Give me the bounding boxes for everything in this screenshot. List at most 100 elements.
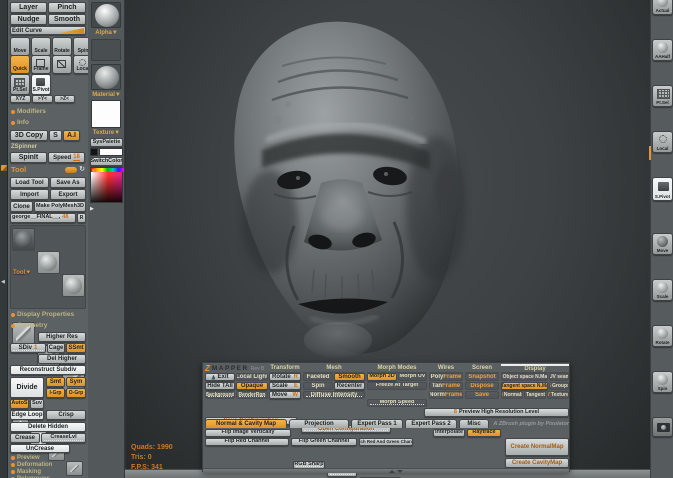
modifiers-section-header[interactable]: Modifiers: [11, 109, 46, 116]
ssmt-button[interactable]: SSmt: [66, 343, 86, 353]
move-tile-button[interactable]: Move: [10, 37, 30, 56]
resize-up-icon[interactable]: [389, 470, 395, 473]
display-tangent-nmap-toggle[interactable]: 2Tangent space N.Map: [501, 382, 548, 390]
color-picker[interactable]: [90, 167, 123, 203]
material-thumbnail[interactable]: [91, 64, 121, 90]
deformation-header[interactable]: Deformation: [11, 462, 52, 468]
tanframe-toggle[interactable]: TanFrame: [429, 382, 463, 390]
morph-speed-slider[interactable]: Morph Speed: [367, 399, 427, 407]
display-groups-toggle[interactable]: 6Groups: [549, 382, 569, 390]
save-screen-button[interactable]: Save: [465, 391, 499, 399]
tab-normal-cavity-map[interactable]: Normal & Cavity Map: [205, 419, 287, 428]
actual-size-button[interactable]: Actual: [652, 0, 673, 15]
preview-high-res-button[interactable]: 8 Preview High Resolution Level: [424, 408, 569, 417]
export-button[interactable]: Export: [50, 189, 86, 200]
recenter-button[interactable]: Recenter: [334, 382, 365, 390]
morph-3d-button[interactable]: Morph 3D: [367, 373, 397, 381]
spinit-button[interactable]: SpinIt: [10, 152, 47, 163]
scale-shelf-button[interactable]: Scale: [652, 279, 673, 301]
edge-loop-button[interactable]: Edge Loop: [10, 410, 44, 420]
alpha-thumbnail[interactable]: [91, 2, 121, 28]
tool-thumb-current[interactable]: [12, 228, 35, 251]
interpolate-toggle[interactable]: Interpolate: [433, 429, 465, 437]
move-mode-button[interactable]: MoveW: [269, 391, 301, 399]
tool-popup-label[interactable]: Tool▼: [13, 270, 31, 276]
save-as-button[interactable]: Save As: [50, 177, 86, 188]
secondary-color-swatch[interactable]: [99, 148, 123, 156]
smooth-brush-button[interactable]: Smooth: [48, 14, 86, 25]
copy-ai-button[interactable]: A.I: [63, 130, 80, 141]
opaque-toggle[interactable]: Opaque: [236, 382, 268, 390]
polyframe-toggle[interactable]: PolyFrame: [429, 373, 463, 381]
tab-expert-pass-2[interactable]: Expert Pass 2: [405, 419, 457, 428]
flip-image-vertically-button[interactable]: Flip Image Vertically: [205, 429, 291, 437]
frame-button[interactable]: Frame: [31, 55, 51, 74]
display-properties-header[interactable]: Display Properties: [11, 312, 74, 319]
masking-header[interactable]: Masking: [11, 469, 41, 475]
divide-button[interactable]: Divide: [10, 377, 44, 398]
sym-button[interactable]: Sym: [66, 377, 86, 387]
suv-button[interactable]: Suv: [30, 399, 44, 409]
display-normals-toggle[interactable]: 3Normals: [501, 391, 523, 399]
uncrease-button[interactable]: UnCrease: [10, 444, 70, 453]
snapshot-button[interactable]: Snapshot: [465, 373, 499, 381]
tool-thumb[interactable]: [62, 274, 85, 297]
tool-section-header[interactable]: Tool ↻: [11, 166, 85, 174]
ptsel-button[interactable]: Pt.Sel: [10, 74, 30, 95]
crease-button[interactable]: Crease: [10, 433, 40, 443]
alpha-tray[interactable]: [91, 39, 121, 61]
display-uv-seams-toggle[interactable]: 5UV seams: [549, 373, 569, 381]
geometry-header[interactable]: Geometry: [11, 323, 47, 330]
spin-shelf-button[interactable]: Spin: [652, 371, 673, 393]
create-cavitymap-button[interactable]: Create CavityMap: [505, 458, 569, 468]
igrp-button[interactable]: I-Grp: [46, 388, 65, 398]
tool-name-slider[interactable]: george__FINAL__, 48: [10, 213, 76, 223]
del-higher-button[interactable]: Del Higher: [38, 354, 86, 364]
flip-green-channel-button[interactable]: Flip Green Channel: [291, 438, 357, 446]
copy-s-button[interactable]: S: [49, 130, 62, 141]
create-normalmap-button[interactable]: Create NormalMap: [505, 438, 569, 456]
import-button[interactable]: Import: [10, 189, 49, 200]
scale-mode-button[interactable]: ScaleE: [269, 382, 301, 390]
preview-header[interactable]: Preview: [11, 455, 40, 461]
material-popup-label[interactable]: Material▼: [88, 92, 125, 98]
morph-uv-button[interactable]: Morph UV: [398, 373, 427, 381]
texture-popup-label[interactable]: Texture▼: [88, 130, 125, 136]
ptsel-shelf-button[interactable]: Pt.Sel: [652, 85, 673, 107]
clone-button[interactable]: Clone: [10, 201, 33, 212]
tool-refresh-icon[interactable]: ↻: [79, 166, 85, 173]
display-object-nmap-toggle[interactable]: 1Object space N.Map: [501, 373, 548, 381]
higher-res-button[interactable]: Higher Res: [38, 332, 86, 342]
quick-mode-button[interactable]: Quick: [10, 55, 30, 74]
tool-r-button[interactable]: R: [77, 213, 86, 223]
load-tool-button[interactable]: Load Tool: [10, 177, 49, 188]
move-shelf-button[interactable]: Move: [652, 233, 673, 255]
zapplink-camera-button[interactable]: [652, 417, 673, 437]
info-section-header[interactable]: Info: [11, 120, 29, 127]
tab-projection[interactable]: Projection: [289, 419, 349, 428]
display-tangents-toggle[interactable]: 4Tangents: [524, 391, 546, 399]
spivot-shelf-button[interactable]: S.Pivot: [652, 177, 673, 201]
display-texture-toggle[interactable]: 7Texture: [547, 391, 569, 399]
layer-brush-button[interactable]: Layer: [10, 2, 47, 13]
zmapper-exit-button[interactable]: Exit: [205, 373, 235, 381]
make-polymesh3d-button[interactable]: Make PolyMesh3D: [34, 201, 86, 212]
tab-misc[interactable]: Misc: [459, 419, 489, 428]
cage-button[interactable]: Cage: [47, 343, 65, 353]
tray-collapse-arrow-icon[interactable]: ◀: [1, 280, 5, 285]
zmapper-resize-strip[interactable]: [203, 468, 569, 473]
nudge-brush-button[interactable]: Nudge: [10, 14, 47, 25]
axis-y-button[interactable]: >Y<: [32, 95, 53, 103]
tool-thumb[interactable]: [37, 251, 60, 274]
render-rgn-slider[interactable]: RenderRgn: [236, 391, 268, 399]
3d-copy-button[interactable]: 3D Copy: [10, 130, 48, 141]
tool-toggle-icon[interactable]: [65, 167, 77, 173]
spivot-button[interactable]: S.Pivot: [31, 74, 51, 95]
normframe-toggle[interactable]: NormFrame: [429, 391, 463, 399]
crease-lvl-slider[interactable]: CreaseLvl: [41, 433, 86, 443]
axis-xyz-button[interactable]: XYZ: [10, 95, 31, 103]
rotate-mode-button[interactable]: RotateR: [269, 373, 301, 381]
pinch-brush-button[interactable]: Pinch: [48, 2, 86, 13]
switchcolor-button[interactable]: SwitchColor: [90, 157, 123, 166]
faceted-toggle[interactable]: Faceted: [303, 373, 333, 381]
